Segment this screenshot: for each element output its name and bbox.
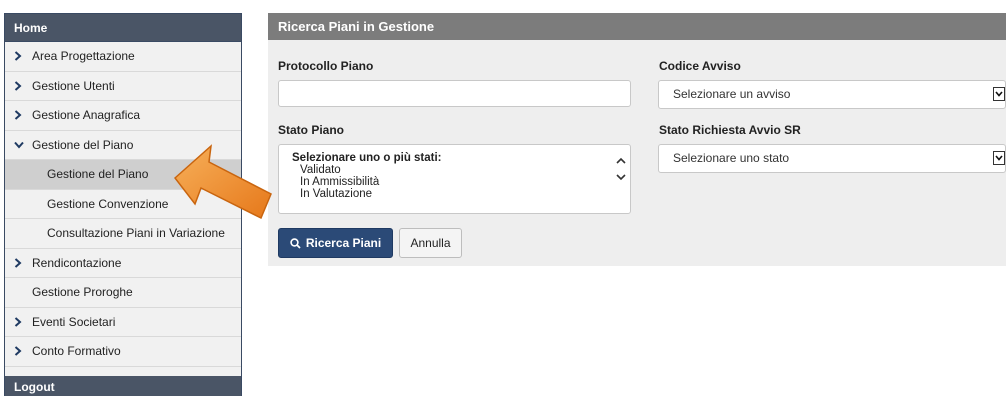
sidebar-item-gestione-utenti[interactable]: Gestione Utenti	[5, 72, 241, 101]
stato-sr-select[interactable]: Selezionare uno stato	[658, 144, 1006, 173]
stato-piano-multiselect[interactable]: Selezionare uno o più stati: Validato In…	[278, 144, 631, 214]
sidebar-item-area-progettazione[interactable]: Area Progettazione	[5, 42, 241, 72]
stato-piano-label: Stato Piano	[278, 123, 345, 137]
sidebar-item-label: Area Progettazione	[32, 49, 135, 64]
codice-avviso-label: Codice Avviso	[659, 59, 741, 73]
stato-option[interactable]: Validato	[292, 164, 630, 176]
sidebar-item-label: Gestione del Piano	[32, 137, 134, 152]
stato-option[interactable]: In Ammissibilità	[292, 176, 630, 188]
search-icon	[290, 237, 301, 249]
search-panel: Ricerca Piani in Gestione Protocollo Pia…	[268, 13, 1006, 266]
sidebar-item-label: Gestione Proroghe	[32, 285, 133, 300]
chevron-right-icon	[14, 317, 32, 327]
codice-avviso-value: Selezionare un avviso	[673, 87, 791, 101]
chevron-right-icon	[14, 346, 32, 356]
sidebar-item-rendicontazione[interactable]: Rendicontazione	[5, 249, 241, 278]
callout-arrow-icon	[173, 144, 272, 220]
scroll-up-icon[interactable]	[616, 156, 626, 168]
sidebar-item-gestione-proroghe[interactable]: Gestione Proroghe	[5, 278, 241, 308]
chevron-right-icon	[14, 81, 32, 91]
sidebar-item-gestione-anagrafica[interactable]: Gestione Anagrafica	[5, 101, 241, 131]
sidebar-logout[interactable]: Logout	[5, 376, 241, 396]
sidebar-item-label: Gestione Utenti	[32, 78, 115, 93]
ricerca-piani-button[interactable]: Ricerca Piani	[278, 228, 393, 258]
sidebar-item-label: Rendicontazione	[32, 255, 122, 270]
protocollo-label: Protocollo Piano	[278, 59, 374, 73]
sidebar-item-conto-formativo[interactable]: Conto Formativo	[5, 337, 241, 367]
sidebar-item-label: Gestione Convenzione	[47, 196, 169, 211]
sidebar-item-eventi-societari[interactable]: Eventi Societari	[5, 308, 241, 337]
chevron-right-icon	[14, 51, 32, 61]
sidebar-item-label: Eventi Societari	[32, 314, 116, 329]
sidebar-home[interactable]: Home	[5, 14, 241, 42]
codice-avviso-select[interactable]: Selezionare un avviso	[658, 80, 1006, 109]
sidebar-item-label: Conto Formativo	[32, 344, 121, 359]
chevron-right-icon	[14, 258, 32, 268]
stato-sr-value: Selezionare uno stato	[673, 151, 790, 165]
chevron-right-icon	[14, 110, 32, 120]
scroll-down-icon[interactable]	[616, 172, 626, 184]
stato-sr-label: Stato Richiesta Avvio SR	[659, 123, 801, 137]
sidebar-item-label: Gestione Anagrafica	[32, 108, 141, 123]
ricerca-piani-label: Ricerca Piani	[305, 236, 382, 250]
protocollo-input[interactable]	[278, 80, 631, 107]
sidebar-item-label: Gestione del Piano	[47, 167, 149, 182]
chevron-down-icon	[14, 141, 32, 149]
panel-title: Ricerca Piani in Gestione	[268, 13, 1006, 40]
stato-piano-header: Selezionare uno o più stati:	[292, 152, 442, 164]
stato-option[interactable]: In Valutazione	[292, 188, 630, 200]
annulla-label: Annulla	[410, 236, 451, 250]
annulla-button[interactable]: Annulla	[399, 228, 462, 258]
dropdown-arrow-icon	[993, 87, 1005, 101]
dropdown-arrow-icon	[993, 151, 1005, 165]
